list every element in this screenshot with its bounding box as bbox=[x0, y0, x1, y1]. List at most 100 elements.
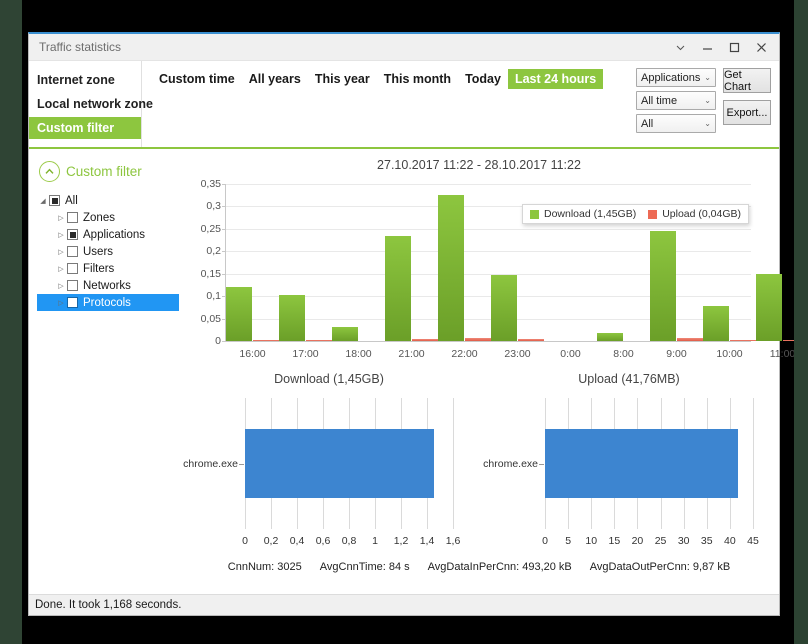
app-bar[interactable] bbox=[245, 429, 434, 498]
checkbox-users[interactable] bbox=[67, 246, 78, 257]
tree-item-applications[interactable]: ▷ Applications bbox=[37, 226, 179, 243]
legend-item-0[interactable]: Download (1,45GB) bbox=[529, 208, 637, 220]
upload-bar[interactable] bbox=[253, 339, 279, 341]
zone-tab-0[interactable]: Internet zone bbox=[29, 69, 141, 91]
custom-filter-title: Custom filter bbox=[66, 164, 142, 179]
time-filter-0[interactable]: Custom time bbox=[152, 69, 242, 89]
y-axis-tick: 0,05 bbox=[200, 312, 221, 325]
legend-label: Download (1,45GB) bbox=[543, 208, 637, 220]
x-axis-tick: 16:00 bbox=[239, 348, 266, 360]
upload-bar[interactable] bbox=[677, 338, 703, 341]
x-axis-tick: 18:00 bbox=[345, 348, 372, 360]
upload-bar[interactable] bbox=[412, 338, 438, 341]
download-bar[interactable] bbox=[279, 295, 305, 341]
triangle-right-icon[interactable]: ▷ bbox=[55, 248, 67, 256]
upload-bar[interactable] bbox=[518, 339, 544, 341]
x-axis-tick: 1 bbox=[372, 535, 378, 547]
upload-bar[interactable] bbox=[465, 338, 491, 341]
maximize-icon[interactable] bbox=[721, 34, 748, 60]
tree-item-filters[interactable]: ▷ Filters bbox=[37, 260, 179, 277]
tree-item-networks[interactable]: ▷ Networks bbox=[37, 277, 179, 294]
time-filter-3[interactable]: This month bbox=[377, 69, 458, 89]
tree-item-protocols[interactable]: ▷ Protocols bbox=[37, 294, 179, 311]
zone-tabs: Internet zone Local network zone Custom fi… bbox=[29, 61, 153, 147]
select-value: Applications bbox=[641, 71, 701, 84]
checkbox-networks[interactable] bbox=[67, 280, 78, 291]
get-chart-button[interactable]: Get Chart bbox=[723, 68, 771, 93]
tree-item-users[interactable]: ▷ Users bbox=[37, 243, 179, 260]
download-bar[interactable] bbox=[438, 195, 464, 341]
checkbox-filters[interactable] bbox=[67, 263, 78, 274]
triangle-right-icon[interactable]: ▷ bbox=[55, 299, 67, 307]
legend-swatch-icon bbox=[529, 209, 539, 219]
tree-item-label: All bbox=[65, 194, 78, 207]
checkbox-all[interactable] bbox=[49, 195, 60, 206]
chart-legend: Download (1,45GB) Upload (0,04GB) bbox=[521, 204, 749, 224]
x-axis-tick: 21:00 bbox=[398, 348, 425, 360]
minimize-icon[interactable] bbox=[694, 34, 721, 60]
collapse-up-icon[interactable] bbox=[39, 161, 60, 182]
chevron-down-icon: ⌄ bbox=[704, 96, 711, 105]
group-by-select[interactable]: Applications ⌄ bbox=[636, 68, 716, 87]
download-bar[interactable] bbox=[756, 274, 782, 341]
upload-bar[interactable] bbox=[306, 339, 332, 341]
window-titlebar[interactable]: Traffic statistics bbox=[29, 34, 779, 61]
bar-slot: 18:00 bbox=[332, 184, 385, 360]
gridline bbox=[453, 398, 454, 529]
legend-label: Upload (0,04GB) bbox=[662, 208, 741, 220]
period-select[interactable]: All time ⌄ bbox=[636, 91, 716, 110]
download-bar[interactable] bbox=[703, 306, 729, 341]
triangle-right-icon[interactable]: ▷ bbox=[55, 214, 67, 222]
stat-3: AvgDataOutPerCnn: 9,87 kB bbox=[589, 561, 731, 573]
download-bar[interactable] bbox=[650, 230, 676, 341]
upload-bar[interactable] bbox=[783, 340, 808, 341]
x-axis-tick: 8:00 bbox=[613, 348, 634, 360]
custom-filter-header[interactable]: Custom filter bbox=[39, 161, 179, 182]
x-axis-tick: 0,6 bbox=[315, 535, 331, 547]
time-filter-2[interactable]: This year bbox=[308, 69, 377, 89]
download-bar[interactable] bbox=[385, 235, 411, 341]
download-bar[interactable] bbox=[332, 326, 358, 341]
checkbox-zones[interactable] bbox=[67, 212, 78, 223]
upload-bar[interactable] bbox=[730, 340, 756, 341]
x-axis-tick: 15 bbox=[608, 535, 621, 547]
chevron-down-icon[interactable] bbox=[667, 34, 694, 60]
window-body: Custom filter ◢ All ▷ Zones ▷ Applications ▷ Us… bbox=[29, 149, 808, 594]
chevron-down-icon: ⌄ bbox=[704, 73, 711, 82]
download-by-app-chart: Download (1,45GB) 0 0,2 0,4 0,6 0,8 1 1,2 1,4 1,… bbox=[179, 372, 479, 557]
tree-item-label: Zones bbox=[83, 211, 115, 224]
checkbox-protocols[interactable] bbox=[67, 297, 78, 308]
upload-plot-area: 0 5 10 15 20 25 30 35 40 45 chrome.exe bbox=[483, 398, 759, 547]
tree-item-label: Users bbox=[83, 245, 114, 258]
triangle-right-icon[interactable]: ▷ bbox=[55, 265, 67, 273]
triangle-right-icon[interactable]: ▷ bbox=[55, 282, 67, 290]
y-axis-tick: 0,15 bbox=[200, 267, 221, 280]
y-axis-tick: 0 bbox=[215, 335, 221, 347]
main-chart-title: 27.10.2017 11:22 - 28.10.2017 11:22 bbox=[377, 158, 581, 172]
close-icon[interactable] bbox=[748, 34, 775, 60]
tree-item-label: Applications bbox=[83, 228, 146, 241]
legend-item-1[interactable]: Upload (0,04GB) bbox=[648, 208, 741, 220]
x-axis-tick: 5 bbox=[565, 535, 572, 547]
zone-tab-2[interactable]: Custom filter bbox=[29, 117, 141, 139]
time-filter-1[interactable]: All years bbox=[242, 69, 308, 89]
download-bar[interactable] bbox=[491, 274, 517, 341]
tree-item-zones[interactable]: ▷ Zones bbox=[37, 209, 179, 226]
app-breakdown-charts: Download (1,45GB) 0 0,2 0,4 0,6 0,8 1 1,2 1,4 1,… bbox=[179, 372, 779, 557]
x-axis-tick: 40 bbox=[724, 535, 736, 547]
traffic-statistics-window: Traffic statistics Internet zone Local ne… bbox=[28, 32, 808, 616]
select-group: Applications ⌄ All time ⌄ All ⌄ bbox=[636, 68, 716, 133]
download-bar[interactable] bbox=[226, 286, 252, 341]
scope-select[interactable]: All ⌄ bbox=[636, 114, 716, 133]
x-axis-tick: 45 bbox=[747, 535, 759, 547]
export-button[interactable]: Export... bbox=[723, 100, 771, 125]
zone-tab-1[interactable]: Local network zone bbox=[29, 93, 153, 115]
triangle-right-icon[interactable]: ▷ bbox=[55, 231, 67, 239]
time-filter-5[interactable]: Last 24 hours bbox=[507, 69, 604, 89]
time-filter-4[interactable]: Today bbox=[458, 69, 508, 89]
download-bar[interactable] bbox=[597, 333, 623, 341]
triangle-down-icon[interactable]: ◢ bbox=[37, 197, 49, 205]
tree-item-all[interactable]: ◢ All bbox=[37, 192, 179, 209]
checkbox-applications[interactable] bbox=[67, 229, 78, 240]
app-bar[interactable] bbox=[545, 429, 739, 498]
